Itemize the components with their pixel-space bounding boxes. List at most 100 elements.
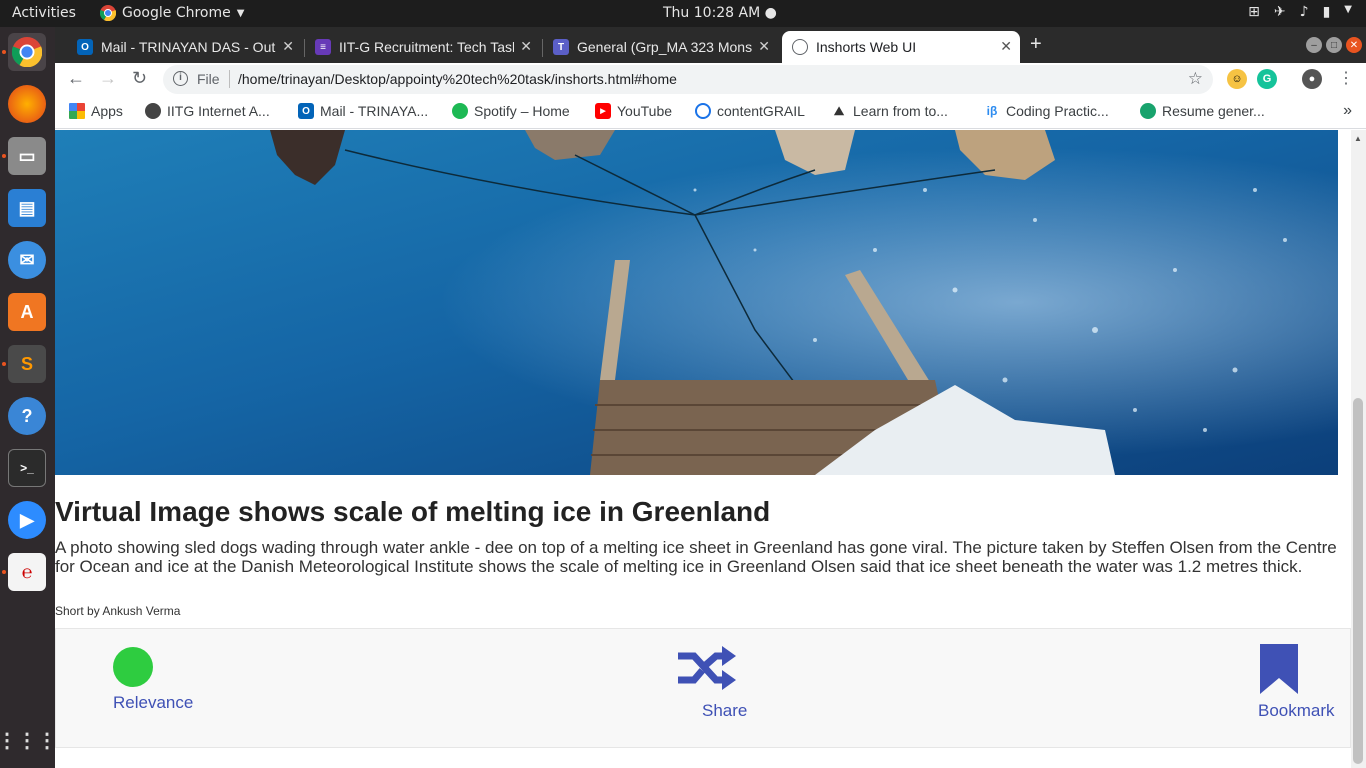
bookmark-resume[interactable]: Resume gener...: [1140, 103, 1265, 119]
tab-title: Mail - TRINAYAN DAS - Outlook: [101, 39, 276, 55]
bookmark-label: IITG Internet A...: [167, 103, 270, 119]
maximize-button[interactable]: □: [1326, 37, 1342, 53]
tab-strip: O Mail - TRINAYAN DAS - Outlook ✕ ≡ IIT-…: [55, 27, 1366, 63]
bookmark-label: contentGRAIL: [717, 103, 805, 119]
running-indicator: [2, 154, 6, 158]
tab-outlook[interactable]: O Mail - TRINAYAN DAS - Outlook ✕: [67, 31, 302, 63]
tab-inshorts[interactable]: Inshorts Web UI ✕: [782, 31, 1020, 63]
url-scheme: File: [197, 71, 220, 87]
close-window-button[interactable]: ✕: [1346, 37, 1362, 53]
article-title: Virtual Image shows scale of melting ice…: [55, 496, 771, 527]
bookmark-label: Spotify – Home: [474, 103, 570, 119]
network-icon: ⊞: [1248, 4, 1260, 20]
mountain-icon: ⛰: [831, 103, 847, 119]
outlook-icon: O: [77, 39, 93, 55]
url-text[interactable]: /home/trinayan/Desktop/appointy%20tech%2…: [238, 71, 677, 87]
back-arrow-icon[interactable]: ←: [67, 68, 85, 89]
spotify-icon: [452, 103, 468, 119]
scrollbar-thumb[interactable]: [1353, 398, 1363, 764]
writer-icon[interactable]: ▤: [8, 189, 46, 227]
app-menu-label: Google Chrome: [122, 5, 231, 21]
close-icon[interactable]: ✕: [1000, 38, 1012, 55]
bookmark-iitg-internet[interactable]: IITG Internet A...: [145, 103, 270, 119]
reload-icon[interactable]: ↻: [132, 68, 147, 89]
software-center-icon[interactable]: A: [8, 293, 46, 331]
grammarly-icon[interactable]: G: [1257, 69, 1277, 89]
tab-teams[interactable]: T General (Grp_MA 323 Monsoon) ✕: [543, 31, 778, 63]
bookmark-button[interactable]: Bookmark: [1258, 701, 1335, 721]
tab-recruitment[interactable]: ≡ IIT-G Recruitment: Tech Task ✕: [305, 31, 540, 63]
volume-icon: ♪: [1299, 4, 1309, 20]
scroll-up-arrow-icon[interactable]: ▲: [1354, 134, 1362, 143]
airplane-icon: ✈: [1273, 4, 1286, 20]
help-icon[interactable]: ?: [8, 397, 46, 435]
globe-icon: [145, 103, 161, 119]
bookmark-icon[interactable]: [1260, 644, 1298, 694]
relevance-indicator-icon[interactable]: [113, 647, 153, 687]
bookmark-label: Learn from to...: [853, 103, 948, 119]
share-button[interactable]: Share: [702, 701, 747, 721]
clock[interactable]: Thu 10:28 AM ●: [663, 5, 777, 21]
divider: [229, 70, 230, 88]
bookmark-label: Apps: [91, 103, 123, 119]
globe-icon: [792, 39, 808, 55]
show-apps-icon[interactable]: ⋮⋮⋮: [0, 721, 57, 759]
close-icon[interactable]: ✕: [282, 38, 294, 55]
chevron-down-icon: ▼: [1344, 4, 1352, 15]
youtube-icon: ▶: [595, 103, 611, 119]
bookmark-apps[interactable]: Apps: [69, 103, 123, 119]
running-indicator: [2, 362, 6, 366]
chrome-icon: [12, 37, 42, 67]
bookmark-mail[interactable]: O Mail - TRINAYA...: [298, 103, 428, 119]
address-bar[interactable]: i File /home/trinayan/Desktop/appointy%2…: [163, 65, 1213, 94]
star-icon[interactable]: ☆: [1188, 69, 1203, 89]
chevron-right-icon[interactable]: »: [1343, 102, 1352, 120]
chrome-icon: [100, 5, 116, 21]
running-indicator: [2, 50, 6, 54]
bookmark-spotify[interactable]: Spotify – Home: [452, 103, 570, 119]
page-scrollbar[interactable]: ▲: [1351, 130, 1366, 768]
resume-icon: [1140, 103, 1156, 119]
system-tray[interactable]: ⊞ ✈ ♪ ▮ ▼: [1248, 4, 1352, 20]
apps-grid-icon: [69, 103, 85, 119]
tab-title: Inshorts Web UI: [816, 39, 917, 55]
relevance-button[interactable]: Relevance: [113, 693, 193, 713]
close-icon[interactable]: ✕: [520, 38, 532, 55]
chrome-launcher[interactable]: [8, 33, 46, 71]
minimize-button[interactable]: –: [1306, 37, 1322, 53]
app-menu[interactable]: Google Chrome ▼: [100, 5, 244, 21]
teams-icon: T: [553, 39, 569, 55]
article-actions: Relevance Share Bookmark: [55, 628, 1351, 748]
sublime-text-icon[interactable]: S: [8, 345, 46, 383]
info-icon[interactable]: i: [173, 71, 188, 86]
firefox-icon[interactable]: [8, 85, 46, 123]
tab-title: IIT-G Recruitment: Tech Task: [339, 39, 514, 55]
close-icon[interactable]: ✕: [758, 38, 770, 55]
thunderbird-icon[interactable]: ✉: [8, 241, 46, 279]
avatar[interactable]: ●: [1302, 69, 1322, 89]
extension-emoji-icon[interactable]: ☺: [1227, 69, 1247, 89]
activities-button[interactable]: Activities: [12, 5, 76, 21]
chevron-down-icon: ▼: [236, 7, 245, 19]
zoom-icon[interactable]: ▶: [8, 501, 46, 539]
bookmark-learn[interactable]: ⛰ Learn from to...: [831, 103, 948, 119]
system-top-bar: Activities Google Chrome ▼ Thu 10:28 AM …: [0, 0, 1366, 27]
forms-icon: ≡: [315, 39, 331, 55]
article-image: [55, 130, 1338, 475]
bookmark-label: Mail - TRINAYA...: [320, 103, 429, 119]
dock: ▭ ▤ ✉ A S ? >_ ▶ ℮ ⋮⋮⋮: [0, 27, 57, 768]
new-tab-button[interactable]: +: [1030, 33, 1042, 56]
more-menu-icon[interactable]: ⋮: [1338, 68, 1354, 88]
bookmark-coding-practice[interactable]: iβ Coding Practic...: [984, 103, 1109, 119]
bookmark-youtube[interactable]: ▶ YouTube: [595, 103, 672, 119]
outlook-icon: O: [298, 103, 314, 119]
battery-icon: ▮: [1322, 4, 1331, 20]
terminal-icon[interactable]: >_: [8, 449, 46, 487]
shuffle-icon[interactable]: [678, 644, 738, 692]
contentgrail-icon: [695, 103, 711, 119]
evince-icon[interactable]: ℮: [8, 553, 46, 591]
sled-dogs-photo: [55, 130, 1338, 475]
files-icon[interactable]: ▭: [8, 137, 46, 175]
forward-arrow-icon[interactable]: →: [99, 68, 117, 89]
bookmark-contentgrail[interactable]: contentGRAIL: [695, 103, 805, 119]
